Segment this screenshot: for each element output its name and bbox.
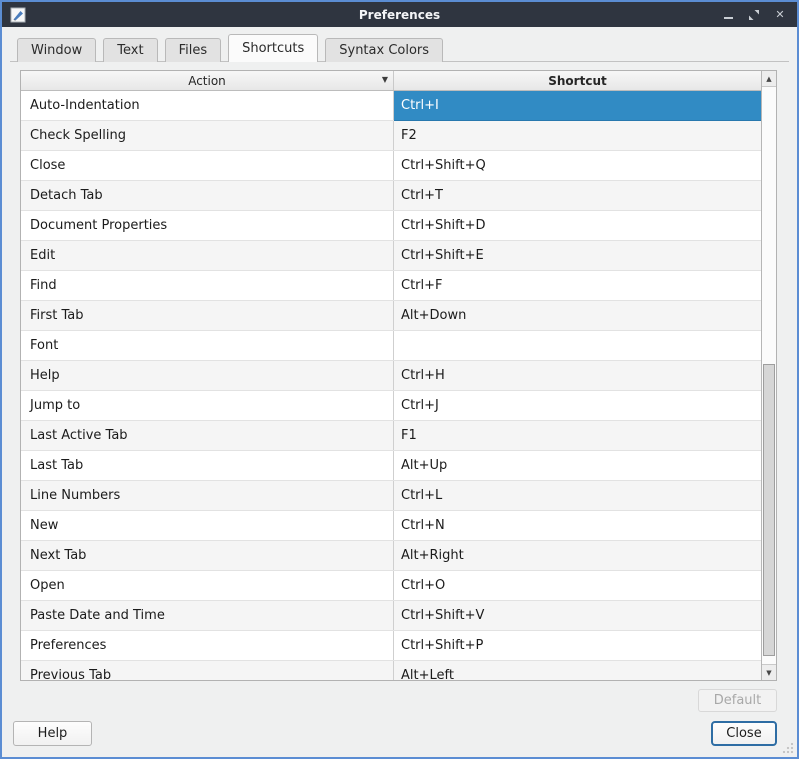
- tab-shortcuts[interactable]: Shortcuts: [228, 34, 318, 62]
- action-cell[interactable]: Jump to: [21, 391, 394, 420]
- titlebar: Preferences ✕: [2, 2, 797, 27]
- window-controls: ✕: [721, 8, 797, 22]
- shortcut-cell[interactable]: Alt+Left: [394, 661, 761, 680]
- scroll-down-icon: ▼: [766, 669, 771, 677]
- table-row: OpenCtrl+O: [21, 571, 761, 601]
- table-row: Document PropertiesCtrl+Shift+D: [21, 211, 761, 241]
- table-row: Detach TabCtrl+T: [21, 181, 761, 211]
- table-row: Line NumbersCtrl+L: [21, 481, 761, 511]
- resize-grip[interactable]: [781, 741, 795, 755]
- table-row: FindCtrl+F: [21, 271, 761, 301]
- action-cell[interactable]: Paste Date and Time: [21, 601, 394, 630]
- table-row: NewCtrl+N: [21, 511, 761, 541]
- tab-syntax-colors[interactable]: Syntax Colors: [325, 38, 443, 62]
- sort-descending-icon: ▼: [382, 75, 388, 84]
- scrollbar-thumb[interactable]: [763, 364, 775, 656]
- shortcut-cell[interactable]: Ctrl+J: [394, 391, 761, 420]
- shortcut-cell[interactable]: Ctrl+H: [394, 361, 761, 390]
- action-cell[interactable]: Document Properties: [21, 211, 394, 240]
- restore-button[interactable]: [747, 8, 761, 22]
- table-row: Font: [21, 331, 761, 361]
- table-row: Last TabAlt+Up: [21, 451, 761, 481]
- shortcut-cell[interactable]: Ctrl+I: [394, 91, 761, 121]
- scroll-up-icon: ▲: [766, 75, 771, 83]
- vertical-scrollbar[interactable]: ▲ ▼: [761, 71, 776, 680]
- table-row: First TabAlt+Down: [21, 301, 761, 331]
- shortcut-cell[interactable]: F1: [394, 421, 761, 450]
- minimize-button[interactable]: [721, 8, 735, 22]
- table-row: EditCtrl+Shift+E: [21, 241, 761, 271]
- shortcut-cell[interactable]: Ctrl+F: [394, 271, 761, 300]
- shortcut-cell[interactable]: Alt+Up: [394, 451, 761, 480]
- shortcut-cell[interactable]: Alt+Down: [394, 301, 761, 330]
- table-header: Action ▼ Shortcut: [21, 71, 761, 91]
- action-cell[interactable]: Previous Tab: [21, 661, 394, 680]
- shortcut-cell[interactable]: F2: [394, 121, 761, 150]
- action-cell[interactable]: Last Active Tab: [21, 421, 394, 450]
- close-button[interactable]: Close: [711, 721, 777, 746]
- tab-window[interactable]: Window: [17, 38, 96, 62]
- shortcut-cell[interactable]: Ctrl+Shift+E: [394, 241, 761, 270]
- column-header-action[interactable]: Action ▼: [21, 71, 394, 90]
- shortcut-cell[interactable]: Alt+Right: [394, 541, 761, 570]
- shortcut-cell[interactable]: Ctrl+O: [394, 571, 761, 600]
- action-cell[interactable]: Preferences: [21, 631, 394, 660]
- mousepad-app-icon: [10, 7, 26, 23]
- table-rows: Auto-IndentationCtrl+ICheck SpellingF2Cl…: [21, 91, 761, 680]
- scroll-down-button[interactable]: ▼: [762, 664, 776, 680]
- default-button[interactable]: Default: [698, 689, 777, 712]
- shortcut-cell[interactable]: Ctrl+T: [394, 181, 761, 210]
- table-row: Jump toCtrl+J: [21, 391, 761, 421]
- action-header-label: Action: [188, 74, 226, 88]
- shortcut-cell[interactable]: Ctrl+N: [394, 511, 761, 540]
- shortcuts-table: Action ▼ Shortcut Auto-IndentationCtrl+I…: [20, 70, 777, 681]
- action-cell[interactable]: Next Tab: [21, 541, 394, 570]
- preferences-window: Preferences ✕ Window Text FilesShortcuts Sy…: [0, 0, 799, 759]
- action-cell[interactable]: First Tab: [21, 301, 394, 330]
- table-row: Next TabAlt+Right: [21, 541, 761, 571]
- action-cell[interactable]: Detach Tab: [21, 181, 394, 210]
- table-row: Previous TabAlt+Left: [21, 661, 761, 680]
- table-row: Paste Date and TimeCtrl+Shift+V: [21, 601, 761, 631]
- dialog-body: Window Text FilesShortcuts Syntax Colors Ac…: [2, 27, 797, 757]
- minimize-icon: [724, 17, 733, 19]
- table-row: PreferencesCtrl+Shift+P: [21, 631, 761, 661]
- shortcut-cell[interactable]: Ctrl+Shift+Q: [394, 151, 761, 180]
- action-cell[interactable]: Help: [21, 361, 394, 390]
- column-header-shortcut[interactable]: Shortcut: [394, 71, 761, 90]
- close-icon: ✕: [775, 8, 784, 22]
- action-cell[interactable]: Edit: [21, 241, 394, 270]
- action-cell[interactable]: Check Spelling: [21, 121, 394, 150]
- table-row: HelpCtrl+H: [21, 361, 761, 391]
- action-cell[interactable]: Auto-Indentation: [21, 91, 394, 120]
- table-row: Last Active TabF1: [21, 421, 761, 451]
- shortcut-cell[interactable]: Ctrl+Shift+P: [394, 631, 761, 660]
- action-cell[interactable]: Font: [21, 331, 394, 360]
- restore-icon: [748, 9, 760, 21]
- shortcut-cell[interactable]: Ctrl+L: [394, 481, 761, 510]
- shortcut-cell[interactable]: Ctrl+Shift+D: [394, 211, 761, 240]
- action-cell[interactable]: New: [21, 511, 394, 540]
- table-row: CloseCtrl+Shift+Q: [21, 151, 761, 181]
- tab-files[interactable]: Files: [165, 38, 222, 62]
- action-cell[interactable]: Find: [21, 271, 394, 300]
- help-button[interactable]: Help: [13, 721, 92, 746]
- table-row: Check SpellingF2: [21, 121, 761, 151]
- action-cell[interactable]: Last Tab: [21, 451, 394, 480]
- action-cell[interactable]: Open: [21, 571, 394, 600]
- tab-bar: Window Text FilesShortcuts Syntax Colors: [17, 27, 450, 62]
- tab-text[interactable]: Text: [103, 38, 157, 62]
- window-title: Preferences: [2, 8, 797, 22]
- close-window-button[interactable]: ✕: [773, 8, 787, 22]
- shortcut-cell[interactable]: [394, 331, 761, 360]
- scroll-up-button[interactable]: ▲: [762, 71, 776, 87]
- action-cell[interactable]: Close: [21, 151, 394, 180]
- action-cell[interactable]: Line Numbers: [21, 481, 394, 510]
- shortcut-cell[interactable]: Ctrl+Shift+V: [394, 601, 761, 630]
- table-row: Auto-IndentationCtrl+I: [21, 91, 761, 121]
- shortcut-header-label: Shortcut: [548, 74, 606, 88]
